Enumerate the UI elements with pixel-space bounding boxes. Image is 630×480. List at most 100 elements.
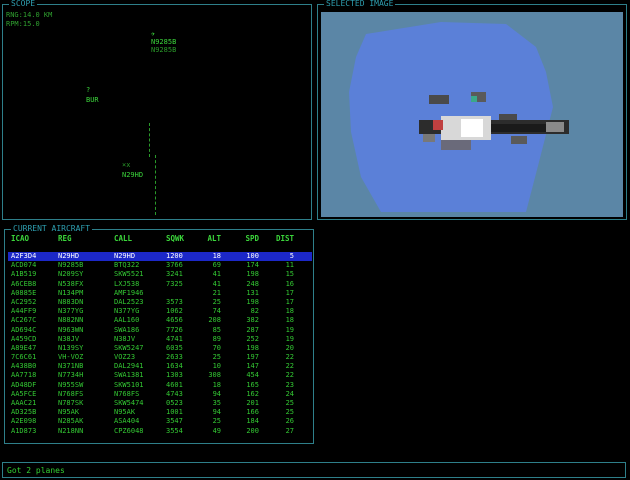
column-header[interactable]: DIST (276, 234, 294, 243)
table-cell: AD325B (11, 408, 37, 417)
table-cell: 22 (285, 371, 294, 380)
table-cell: N38JV (58, 334, 80, 343)
table-row[interactable]: AD325B N95AK N95AK 1001 94 166 25 (8, 408, 312, 417)
table-cell: DAL2523 (114, 297, 144, 306)
table-row[interactable]: A459CD N38JV N38JV 4741 89 252 19 (8, 335, 312, 344)
table-row[interactable]: A1B519 N209SY SKW5521 3241 41 198 15 (8, 270, 312, 279)
table-row[interactable]: AA7718 N7734H SWA1381 1303 308 454 22 (8, 371, 312, 380)
table-row[interactable]: AD48DF N955SW SKW5101 4601 18 165 23 (8, 381, 312, 390)
table-cell: 7726 (166, 325, 183, 334)
table-cell: N371NB (58, 362, 84, 371)
table-header: ICAO REG CALL SQWK ALT SPD DIST (8, 234, 312, 244)
table-cell: 19 (285, 334, 294, 343)
column-header[interactable]: CALL (114, 234, 132, 243)
table-cell: AD48DF (11, 380, 37, 389)
table-cell: 69 (212, 261, 221, 270)
table-cell: AD694C (11, 325, 37, 334)
table-cell: 200 (246, 426, 259, 435)
airport-blip[interactable]: ? BUR (86, 86, 99, 104)
column-header[interactable]: ICAO (11, 234, 29, 243)
table-cell: 26 (285, 417, 294, 426)
table-cell: 5 (289, 252, 294, 260)
table-cell: 18 (212, 252, 221, 260)
table-cell: SWA186 (114, 325, 140, 334)
table-cell: SWA1381 (114, 371, 144, 380)
table-row[interactable]: A438B0 N371NB DAL2941 1634 10 147 22 (8, 362, 312, 371)
table-row-selected[interactable]: A2F3D4 N29HD N29HD 1200 18 100 5 (8, 252, 312, 262)
table-row[interactable]: A44FF9 N377YG N377YG 1062 74 82 18 (8, 307, 312, 316)
column-header[interactable]: SQWK (166, 234, 184, 243)
table-cell: 252 (246, 334, 259, 343)
table-cell: N882NN (58, 316, 84, 325)
table-cell: BTQ322 (114, 261, 140, 270)
table-cell: 41 (212, 279, 221, 288)
table-row[interactable]: A0885E N134PM AMF1946 21 131 17 (8, 289, 312, 298)
table-cell: 10 (212, 362, 221, 371)
table-cell: 184 (246, 417, 259, 426)
table-cell: A438B0 (11, 362, 37, 371)
table-row[interactable]: ACD074 N9285B BTQ322 3766 69 174 11 (8, 261, 312, 270)
table-cell: 1001 (166, 408, 183, 417)
table-row[interactable]: A2E098 N285AK ASA404 3547 25 184 26 (8, 417, 312, 426)
table-cell: 198 (246, 343, 259, 352)
table-cell: 4741 (166, 334, 183, 343)
table-cell: 17 (285, 297, 294, 306)
table-row[interactable]: AA5FCE N768FS N768FS 4743 94 162 24 (8, 390, 312, 399)
table-cell: 35 (212, 399, 221, 407)
table-cell: N218NN (58, 426, 84, 435)
scope-title: SCOPE (9, 0, 38, 10)
table-cell: SKW5521 (114, 270, 144, 279)
table-cell: 3241 (166, 270, 183, 279)
table-cell: 11 (285, 261, 294, 270)
table-cell: 3573 (166, 297, 183, 306)
aircraft-list[interactable]: A2F3D4 N29HD N29HD 1200 18 100 5 ACD074 N9285B BT… (8, 252, 312, 436)
table-cell: 3547 (166, 417, 183, 426)
table-cell: AAAC21 (11, 399, 37, 407)
table-cell: A1B519 (11, 270, 37, 279)
table-row[interactable]: AC2952 N883DN DAL2523 3573 25 198 17 (8, 298, 312, 307)
table-row[interactable]: A6CEB8 N538FX LXJ538 7325 41 248 16 (8, 280, 312, 289)
column-header[interactable]: REG (58, 234, 72, 243)
table-cell: N95AK (58, 408, 80, 417)
table-cell: 22 (285, 362, 294, 371)
table-cell: A89E47 (11, 343, 37, 352)
table-cell: SKW5101 (114, 380, 144, 389)
table-cell: VOZ23 (114, 353, 136, 362)
table-cell: 4743 (166, 389, 183, 398)
table-cell: 287 (246, 325, 259, 334)
table-cell: 208 (208, 316, 221, 325)
table-cell: 131 (246, 288, 259, 297)
table-cell: N377YG (114, 307, 140, 316)
table-cell: 20 (285, 343, 294, 352)
table-cell: 382 (246, 316, 259, 325)
aircraft-blip[interactable]: ×x N29HD (122, 161, 143, 179)
table-cell: 1303 (166, 371, 183, 380)
table-cell: 18 (285, 307, 294, 316)
pixelated-plane-icon (321, 12, 623, 217)
table-row[interactable]: 7C6C61 VH-VOZ VOZ23 2633 25 197 22 (8, 353, 312, 362)
table-cell: 23 (285, 380, 294, 389)
table-cell: 165 (246, 380, 259, 389)
table-cell: 198 (246, 270, 259, 279)
table-row[interactable]: A1D873 N218NN CPZ6048 3554 49 200 27 (8, 427, 312, 436)
table-cell: AA5FCE (11, 389, 37, 398)
table-row[interactable]: AAAC21 N787SK SKW5474 0523 35 201 25 (8, 399, 312, 408)
table-cell: N768FS (114, 389, 140, 398)
table-row[interactable]: AC267C N882NN AAL160 4656 208 382 18 (8, 316, 312, 325)
table-cell: N139SY (58, 343, 84, 352)
table-row[interactable]: A89E47 N139SY SKW5247 6035 70 198 20 (8, 344, 312, 353)
selected-image-title: SELECTED IMAGE (324, 0, 396, 10)
table-cell: 22 (285, 353, 294, 362)
table-cell: 3766 (166, 261, 183, 270)
table-cell: 25 (212, 417, 221, 426)
table-cell: 100 (246, 252, 259, 260)
table-row[interactable]: AD694C N963WN SWA186 7726 85 287 19 (8, 326, 312, 335)
table-cell: 82 (250, 307, 259, 316)
scope-panel: SCOPE RNG:14.0 KM RPM:15.0 ✈ N9285B N928… (2, 0, 312, 220)
column-header[interactable]: SPD (241, 234, 259, 243)
table-cell: AC2952 (11, 297, 37, 306)
table-cell: 16 (285, 279, 294, 288)
aircraft-blip[interactable]: ✈ N9285B N9285B (151, 30, 176, 54)
aircraft-image (321, 12, 623, 217)
column-header[interactable]: ALT (203, 234, 221, 243)
